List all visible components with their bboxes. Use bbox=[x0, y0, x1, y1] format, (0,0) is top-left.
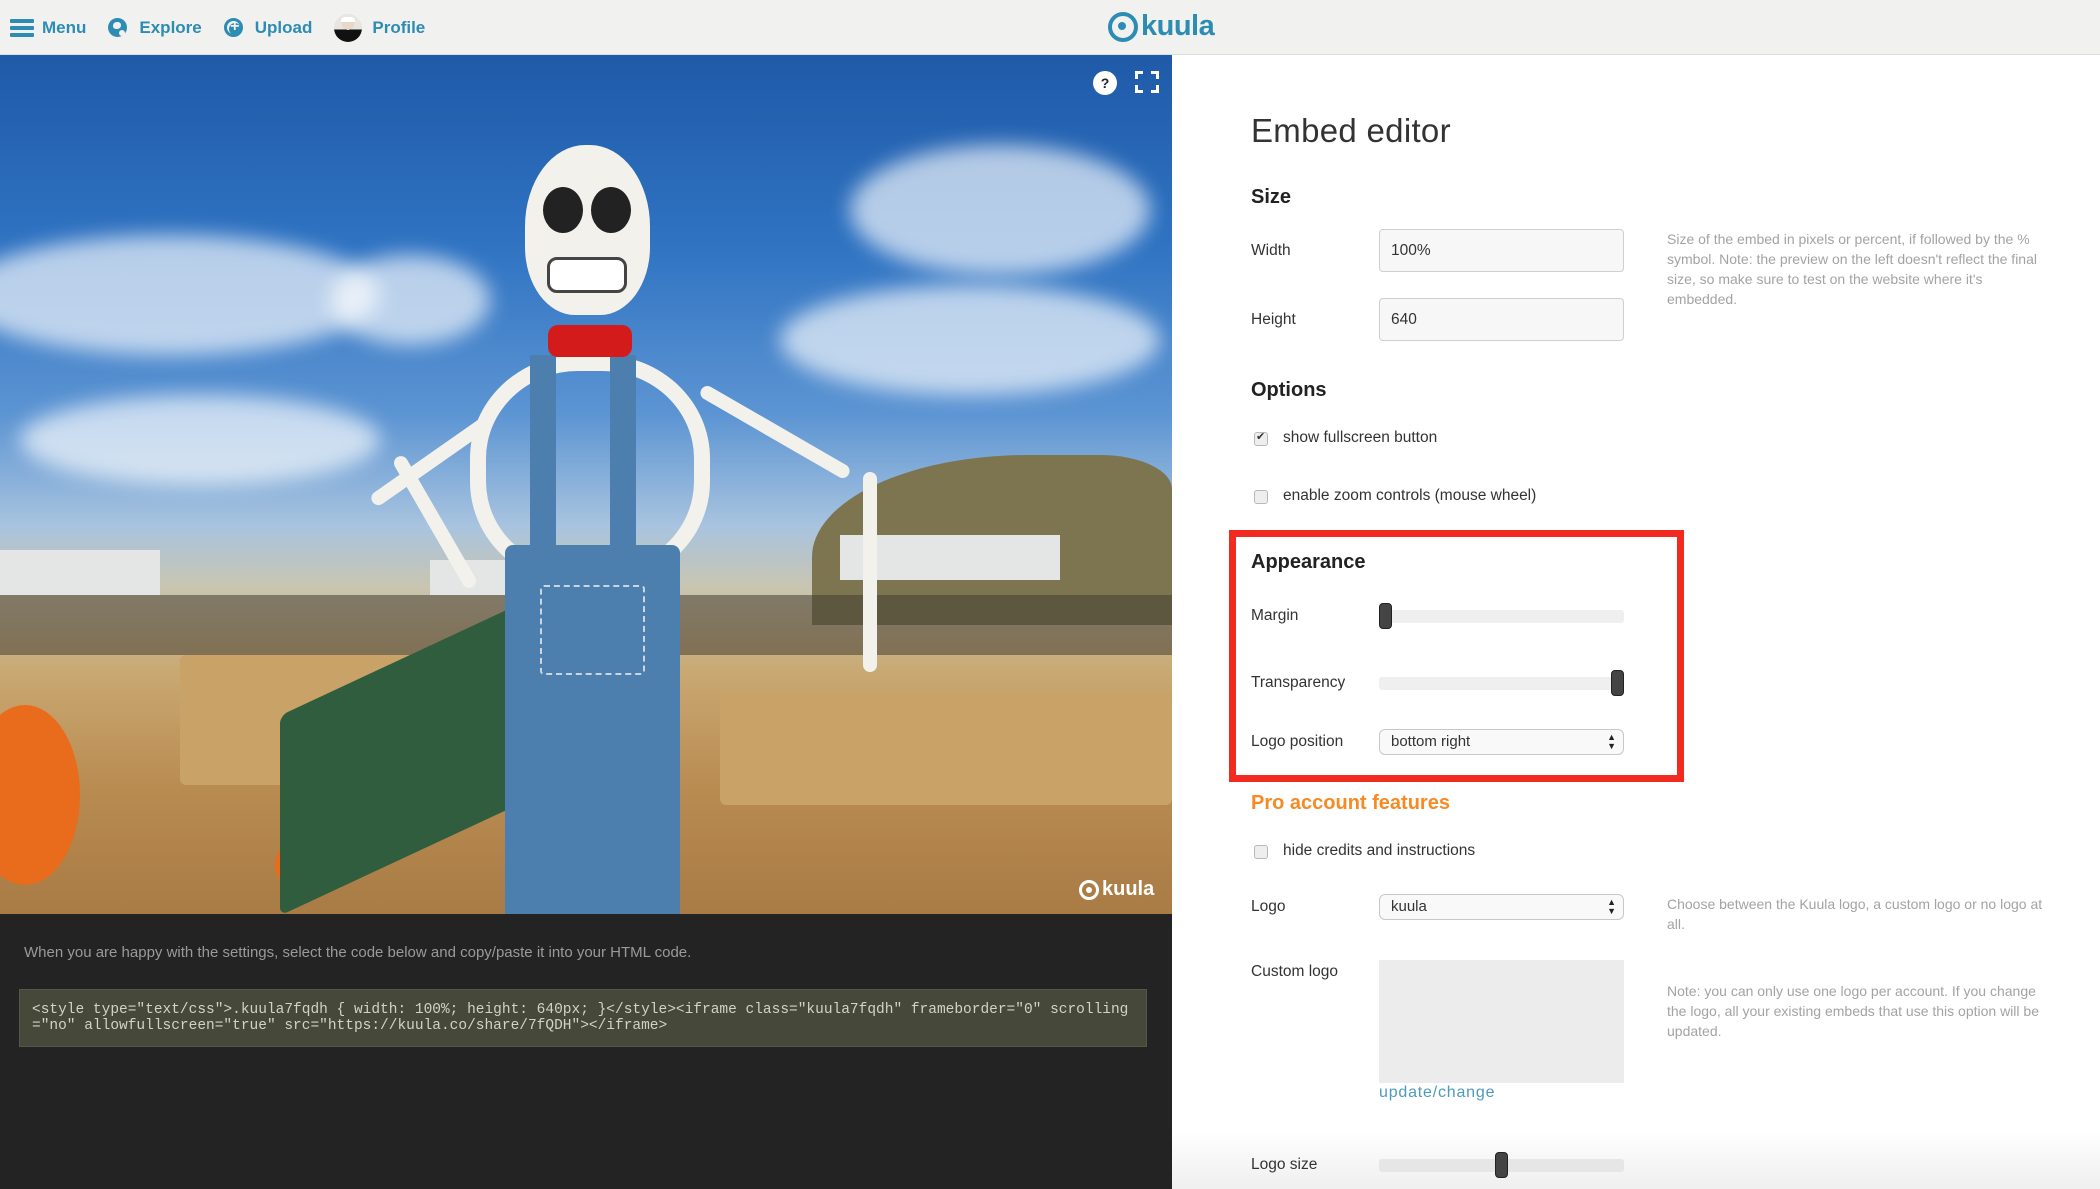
skeleton-overalls bbox=[505, 545, 680, 914]
kuula-logo-icon bbox=[1108, 11, 1138, 42]
nav-explore-label: Explore bbox=[139, 17, 202, 37]
nav-profile-label: Profile bbox=[372, 17, 426, 37]
zoom-controls-label: enable zoom controls (mouse wheel) bbox=[1283, 487, 1537, 504]
pumpkin bbox=[0, 705, 80, 885]
plus-circle-icon bbox=[223, 18, 243, 37]
kuula-logo-icon bbox=[1079, 879, 1099, 900]
skeleton-arm bbox=[697, 383, 853, 481]
height-label: Height bbox=[1251, 311, 1296, 328]
skeleton-head bbox=[525, 145, 650, 315]
watermark-text: kuula bbox=[1102, 878, 1155, 900]
cloud bbox=[0, 235, 380, 355]
page-title: Embed editor bbox=[1251, 112, 1451, 149]
brand-name: kuula bbox=[1141, 10, 1215, 42]
fullscreen-icon[interactable] bbox=[1135, 71, 1159, 93]
panorama-viewer[interactable]: ? kuula bbox=[0, 55, 1172, 914]
hamburger-icon bbox=[10, 17, 34, 39]
skeleton-arm bbox=[863, 472, 877, 672]
logo-help-text: Choose between the Kuula logo, a custom … bbox=[1667, 896, 2043, 932]
help-button[interactable]: ? bbox=[1093, 71, 1117, 95]
main-nav: Menu Explore Upload Profile bbox=[10, 0, 447, 55]
zoom-controls-checkbox[interactable] bbox=[1254, 490, 1268, 504]
transparency-slider-thumb[interactable] bbox=[1611, 670, 1624, 696]
nav-profile[interactable]: Profile bbox=[334, 13, 426, 42]
logo-size-slider[interactable] bbox=[1379, 1152, 1624, 1178]
cloud bbox=[330, 255, 490, 345]
bowtie bbox=[548, 325, 632, 357]
logo-size-label: Logo size bbox=[1251, 1156, 1318, 1173]
overalls-strap bbox=[530, 355, 556, 555]
width-input[interactable] bbox=[1379, 229, 1624, 272]
top-navigation-bar: Menu Explore Upload Profile kuula bbox=[0, 0, 2100, 55]
margin-slider-thumb[interactable] bbox=[1379, 603, 1392, 629]
globe-icon bbox=[108, 18, 128, 37]
size-help-text: Size of the embed in pixels or percent, … bbox=[1667, 231, 2037, 307]
cloud bbox=[780, 285, 1160, 395]
kuula-watermark: kuula bbox=[1079, 878, 1154, 901]
show-fullscreen-label: show fullscreen button bbox=[1283, 429, 1438, 446]
embed-code-panel: When you are happy with the settings, se… bbox=[0, 914, 1172, 1189]
avatar bbox=[334, 13, 363, 42]
overalls-strap bbox=[610, 355, 636, 555]
size-heading: Size bbox=[1251, 186, 1292, 208]
appearance-heading: Appearance bbox=[1251, 551, 1366, 573]
nav-explore[interactable]: Explore bbox=[108, 17, 202, 38]
cloud bbox=[850, 145, 1150, 275]
nav-menu[interactable]: Menu bbox=[10, 17, 86, 39]
logo-label: Logo bbox=[1251, 898, 1286, 915]
logo-position-value: bottom right bbox=[1391, 733, 1471, 750]
pro-features-heading: Pro account features bbox=[1251, 792, 1450, 814]
building bbox=[0, 550, 160, 595]
embed-instruction: When you are happy with the settings, se… bbox=[24, 944, 692, 961]
hide-credits-label: hide credits and instructions bbox=[1283, 842, 1476, 859]
custom-logo-preview bbox=[1379, 960, 1624, 1083]
logo-size-slider-thumb[interactable] bbox=[1495, 1152, 1508, 1178]
embed-code-box[interactable]: <style type="text/css">.kuula7fqdh { wid… bbox=[19, 989, 1147, 1047]
show-fullscreen-checkbox[interactable] bbox=[1254, 430, 1268, 446]
hide-credits-checkbox[interactable] bbox=[1254, 845, 1268, 859]
margin-label: Margin bbox=[1251, 607, 1299, 624]
custom-logo-label: Custom logo bbox=[1251, 963, 1339, 980]
logo-position-label: Logo position bbox=[1251, 733, 1344, 750]
hay-bales bbox=[720, 695, 1172, 805]
nav-menu-label: Menu bbox=[42, 17, 87, 37]
options-heading: Options bbox=[1251, 379, 1327, 401]
logo-position-select[interactable]: bottom right ▲ ▼ bbox=[1379, 729, 1624, 755]
update-logo-link[interactable]: update/change bbox=[1379, 1084, 1495, 1102]
nav-upload-label: Upload bbox=[254, 17, 313, 37]
overalls-pocket bbox=[540, 585, 645, 675]
transparency-slider[interactable] bbox=[1379, 670, 1624, 696]
logo-select-value: kuula bbox=[1391, 898, 1427, 915]
select-arrows-icon: ▲ ▼ bbox=[1607, 732, 1616, 751]
height-input[interactable] bbox=[1379, 298, 1624, 341]
eye bbox=[543, 187, 583, 233]
transparency-label: Transparency bbox=[1251, 674, 1346, 691]
select-arrows-icon: ▲ ▼ bbox=[1607, 897, 1616, 916]
custom-logo-help-text: Note: you can only use one logo per acco… bbox=[1667, 983, 2039, 1039]
eye bbox=[591, 187, 631, 233]
margin-slider[interactable] bbox=[1379, 603, 1624, 629]
teeth bbox=[547, 257, 627, 293]
brand-logo[interactable]: kuula bbox=[1108, 10, 1215, 43]
nav-upload[interactable]: Upload bbox=[223, 17, 313, 38]
width-label: Width bbox=[1251, 242, 1291, 259]
logo-select[interactable]: kuula ▲ ▼ bbox=[1379, 894, 1624, 920]
cloud bbox=[20, 395, 380, 485]
